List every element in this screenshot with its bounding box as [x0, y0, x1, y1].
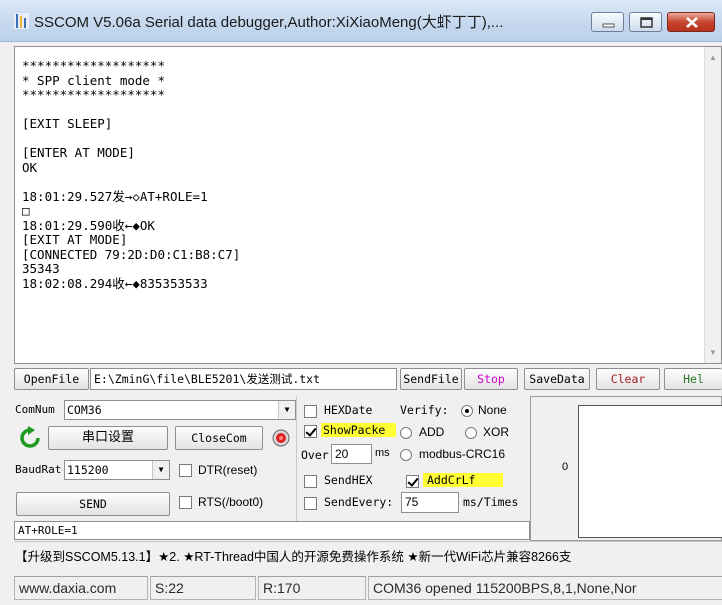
close-button[interactable]	[667, 12, 715, 32]
graph-zero-label: 0	[562, 461, 569, 473]
add-crlf-label: AddCrLf	[423, 473, 503, 487]
send-every-unit: ms/Times	[463, 495, 519, 509]
window-title: SSCOM V5.06a Serial data debugger,Author…	[34, 14, 504, 31]
ad-banner[interactable]: 【升级到SSCOM5.13.1】★2. ★RT-Thread中国人的开源免费操作…	[14, 541, 722, 572]
port-status-icon	[272, 429, 290, 447]
over-input[interactable]: 20	[331, 444, 372, 464]
close-icon	[686, 17, 698, 28]
title-bar[interactable]: SSCOM V5.06a Serial data debugger,Author…	[0, 0, 722, 42]
file-toolbar: OpenFile E:\ZminG\file\BLE5201\发送测试.txt …	[14, 368, 722, 392]
over-ms-label: ms	[375, 447, 390, 459]
graph-canvas[interactable]	[578, 405, 722, 538]
add-crlf-checkbox[interactable]	[406, 475, 419, 488]
com-num-label: ComNum	[15, 403, 55, 416]
status-sent-count: S:22	[150, 576, 256, 600]
verify-label: Verify:	[400, 403, 449, 417]
sscom-window: SSCOM V5.06a Serial data debugger,Author…	[0, 0, 722, 605]
refresh-icon[interactable]	[18, 426, 42, 450]
verify-modbus-label: modbus-CRC16	[419, 447, 506, 461]
com-num-value: COM36	[67, 403, 102, 417]
dtr-label: DTR(reset)	[198, 463, 258, 477]
help-button[interactable]: Hel	[664, 368, 722, 390]
send-every-checkbox[interactable]	[304, 497, 317, 510]
port-panel: ComNum COM36 ▼ 串口设置 CloseCom BaudRat 115…	[14, 396, 296, 541]
send-file-button[interactable]: SendFile	[400, 368, 462, 390]
dtr-checkbox[interactable]	[179, 464, 192, 477]
verify-modbus-radio[interactable]	[400, 449, 412, 461]
verify-xor-radio[interactable]	[465, 427, 477, 439]
options-panel: HEXDate ShowPacke Over 20 ms SendHEX Sen…	[296, 396, 530, 521]
rts-checkbox[interactable]	[179, 496, 192, 509]
close-com-button[interactable]: CloseCom	[175, 426, 263, 450]
over-label: Over	[301, 448, 329, 462]
save-data-button[interactable]: SaveData	[524, 368, 590, 390]
clear-button[interactable]: Clear	[596, 368, 660, 390]
send-every-label: SendEvery:	[324, 495, 394, 509]
scroll-up-icon[interactable]: ▲	[709, 53, 717, 62]
open-file-button[interactable]: OpenFile	[14, 368, 89, 390]
show-packet-checkbox[interactable]	[304, 425, 317, 438]
com-num-select[interactable]: COM36 ▼	[64, 400, 296, 420]
verify-none-radio[interactable]	[461, 405, 473, 417]
send-text-input[interactable]: AT+ROLE=1	[14, 521, 530, 540]
verify-add-label: ADD	[419, 425, 445, 439]
chevron-down-icon: ▼	[278, 401, 295, 419]
verify-xor-label: XOR	[483, 425, 510, 439]
status-port-state: COM36 opened 115200BPS,8,1,None,Nor	[368, 576, 722, 600]
rts-label: RTS(/boot0)	[198, 495, 264, 509]
file-path-input[interactable]: E:\ZminG\file\BLE5201\发送测试.txt	[90, 368, 397, 390]
maximize-icon	[640, 17, 653, 28]
status-received-count: R:170	[258, 576, 366, 600]
receive-scrollbar[interactable]: ▲ ▼	[704, 47, 721, 363]
serial-settings-button[interactable]: 串口设置	[48, 426, 168, 450]
verify-none-label: None	[478, 403, 507, 417]
baud-rate-label: BaudRat	[15, 463, 62, 476]
status-website-link[interactable]: www.daxia.com	[14, 576, 148, 600]
receive-text[interactable]: ******************* * SPP client mode * …	[22, 58, 702, 291]
hex-date-checkbox[interactable]	[304, 405, 317, 418]
minimize-button[interactable]	[591, 12, 624, 32]
hex-date-label: HEXDate	[324, 403, 373, 417]
verify-add-radio[interactable]	[400, 427, 412, 439]
chevron-down-icon: ▼	[152, 461, 169, 479]
receive-panel[interactable]: ******************* * SPP client mode * …	[14, 46, 722, 364]
send-button[interactable]: SEND	[16, 492, 170, 516]
maximize-button[interactable]	[629, 12, 662, 32]
scroll-down-icon[interactable]: ▼	[709, 348, 717, 357]
send-hex-checkbox[interactable]	[304, 475, 317, 488]
graph-panel: 0	[530, 396, 722, 541]
status-bar: www.daxia.com S:22 R:170 COM36 opened 11…	[14, 574, 722, 602]
send-every-input[interactable]: 75	[401, 492, 459, 513]
baud-rate-value: 115200	[67, 463, 109, 477]
minimize-icon	[602, 23, 615, 28]
send-hex-label: SendHEX	[324, 473, 373, 487]
baud-rate-select[interactable]: 115200 ▼	[64, 460, 170, 480]
app-icon	[14, 13, 29, 29]
show-packet-label: ShowPacke	[321, 423, 396, 437]
stop-button[interactable]: Stop	[464, 368, 518, 390]
